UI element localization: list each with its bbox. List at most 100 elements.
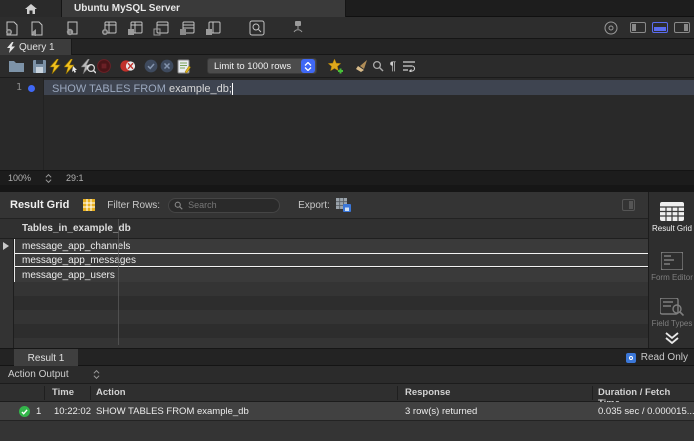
result-grid-panel-icon	[660, 202, 684, 221]
action-output-row[interactable]: 1 10:22:02 SHOW TABLES FROM example_db 3…	[0, 402, 694, 421]
toggle-output-panel-button[interactable]	[652, 22, 668, 33]
success-check-icon	[19, 406, 30, 417]
panel-collapse-button[interactable]	[649, 332, 694, 344]
beautify-sql-button[interactable]	[354, 58, 370, 74]
connection-status-icon	[602, 20, 619, 36]
save-snippet-button[interactable]	[328, 58, 344, 74]
save-icon[interactable]	[31, 58, 47, 74]
inspector-button[interactable]: i	[64, 20, 81, 36]
pane-splitter[interactable]	[0, 185, 694, 192]
wrap-text-toggle[interactable]	[401, 58, 417, 74]
table-row[interactable]: message_app_users	[14, 268, 648, 282]
chevron-down-icon	[664, 332, 680, 344]
row-limit-value: Limit to 1000 rows	[208, 61, 301, 72]
statement-marker-icon	[28, 85, 35, 92]
empty-grid-area	[14, 282, 648, 348]
tab-result-1-label: Result 1	[28, 353, 65, 364]
text-cursor	[232, 83, 233, 95]
explain-query-button[interactable]	[80, 58, 96, 74]
sql-keywords: SHOW TABLES FROM	[52, 83, 169, 95]
stop-on-error-toggle[interactable]	[120, 58, 136, 74]
connection-tab[interactable]: Ubuntu MySQL Server	[62, 0, 346, 17]
toggle-right-panel-button[interactable]	[674, 22, 690, 33]
zoom-stepper[interactable]	[45, 174, 52, 183]
create-view-button[interactable]	[152, 20, 169, 36]
column-header-tables[interactable]: Tables_in_example_db	[22, 223, 131, 234]
toggle-left-panel-button[interactable]	[630, 22, 646, 33]
current-row-marker-icon	[3, 242, 9, 250]
sidebar-form-editor-button[interactable]: Form Editor	[649, 252, 694, 282]
open-file-icon[interactable]	[8, 58, 24, 74]
tab-query-1[interactable]: Query 1	[0, 39, 72, 55]
filter-search-box[interactable]	[168, 198, 280, 213]
home-tab[interactable]	[0, 0, 62, 17]
filter-search-input[interactable]	[186, 199, 274, 211]
output-selector-stepper[interactable]	[93, 370, 100, 379]
toggle-autocommit-button[interactable]	[176, 58, 192, 74]
column-divider[interactable]	[118, 219, 119, 345]
action-output-title: Action Output	[8, 369, 69, 380]
search-table-data-button[interactable]	[248, 20, 265, 36]
tab-query-1-label: Query 1	[19, 42, 55, 53]
read-only-indicator: Read Only	[626, 352, 688, 363]
pilcrow-icon: ¶	[390, 59, 396, 73]
mysql-workbench-window: Ubuntu MySQL Server i	[0, 0, 694, 441]
open-sql-file-button[interactable]	[28, 20, 45, 36]
execute-query-button[interactable]	[47, 58, 63, 74]
create-table-button[interactable]	[126, 20, 143, 36]
sql-identifier: example_db;	[169, 83, 232, 95]
row-time: 10:22:02	[54, 406, 91, 417]
zoom-level: 100%	[8, 173, 31, 183]
sidebar-form-editor-label: Form Editor	[651, 273, 693, 282]
selection-left-border	[14, 239, 15, 282]
table-row-selected[interactable]: message_app_messages	[14, 253, 648, 267]
editor-status-bar: 100% 29:1	[0, 170, 694, 185]
stop-query-button[interactable]	[96, 58, 112, 74]
line-number: 1	[0, 82, 22, 93]
action-output-header: Action Output	[0, 366, 694, 384]
home-icon	[25, 4, 37, 14]
action-output-empty-area	[0, 421, 694, 441]
rollback-button[interactable]	[159, 58, 175, 74]
col-header-response[interactable]: Response	[405, 387, 450, 398]
col-header-action[interactable]: Action	[96, 387, 126, 398]
commit-button[interactable]	[143, 58, 159, 74]
bolt-icon	[7, 42, 15, 53]
dropdown-stepper-icon	[301, 59, 315, 73]
filter-rows-label: Filter Rows:	[107, 200, 160, 211]
row-index: 1	[36, 406, 41, 417]
table-row[interactable]: message_app_channels	[14, 239, 648, 253]
row-response: 3 row(s) returned	[405, 406, 477, 417]
tab-result-1[interactable]: Result 1	[14, 349, 78, 367]
connection-tab-label: Ubuntu MySQL Server	[74, 3, 180, 14]
read-only-label: Read Only	[641, 352, 688, 363]
sidebar-result-grid-button[interactable]: Result Grid	[649, 202, 694, 233]
export-icon[interactable]	[336, 198, 351, 212]
row-limit-dropdown[interactable]: Limit to 1000 rows	[207, 58, 317, 74]
new-query-tab-button[interactable]	[4, 20, 21, 36]
row-duration: 0.035 sec / 0.000015...	[598, 406, 694, 417]
query-toolbar: Limit to 1000 rows ¶	[0, 55, 694, 78]
search-icon	[174, 201, 183, 210]
row-header-column	[0, 239, 14, 348]
result-grid-title: Result Grid	[10, 199, 69, 211]
find-icon[interactable]	[370, 58, 386, 74]
sidebar-result-grid-label: Result Grid	[652, 224, 692, 233]
execute-current-statement-button[interactable]	[63, 58, 79, 74]
export-label: Export:	[298, 200, 330, 211]
reconnect-dbms-button[interactable]	[288, 20, 305, 36]
grid-options-icon[interactable]	[622, 199, 635, 211]
create-schema-button[interactable]	[100, 20, 117, 36]
result-tab-bar: Result 1 Read Only	[0, 348, 694, 366]
main-toolbar: i	[0, 17, 694, 39]
create-function-button[interactable]	[204, 20, 221, 36]
create-procedure-button[interactable]	[178, 20, 195, 36]
field-types-panel-icon	[660, 298, 684, 316]
action-output-panel: Action Output Time Action Response Durat…	[0, 366, 694, 441]
sql-editor[interactable]: 1 SHOW TABLES FROM example_db;	[0, 78, 694, 170]
cursor-position: 29:1	[66, 173, 84, 183]
svg-text:i: i	[69, 30, 70, 36]
col-header-time[interactable]: Time	[52, 387, 74, 398]
show-invisibles-toggle[interactable]: ¶	[385, 58, 401, 74]
sidebar-field-types-button[interactable]: Field Types	[649, 298, 694, 328]
